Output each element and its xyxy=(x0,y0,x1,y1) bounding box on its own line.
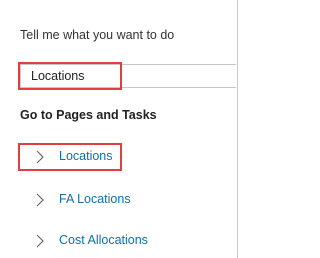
search-input[interactable] xyxy=(21,65,236,87)
section-heading: Go to Pages and Tasks xyxy=(20,108,157,122)
panel-title: Tell me what you want to do xyxy=(20,28,175,42)
chevron-right-icon xyxy=(36,234,44,248)
result-item-fa-locations[interactable]: FA Locations xyxy=(20,188,200,212)
search-box[interactable] xyxy=(20,64,236,88)
result-item-locations[interactable]: Locations xyxy=(20,145,200,169)
result-item-label: Cost Allocations xyxy=(59,233,148,247)
tell-me-panel: Tell me what you want to do Go to Pages … xyxy=(0,0,238,258)
result-item-label: Locations xyxy=(59,149,113,163)
result-item-label: FA Locations xyxy=(59,192,131,206)
chevron-right-icon xyxy=(36,193,44,207)
result-item-cost-allocations[interactable]: Cost Allocations xyxy=(20,229,200,253)
chevron-right-icon xyxy=(36,150,44,164)
